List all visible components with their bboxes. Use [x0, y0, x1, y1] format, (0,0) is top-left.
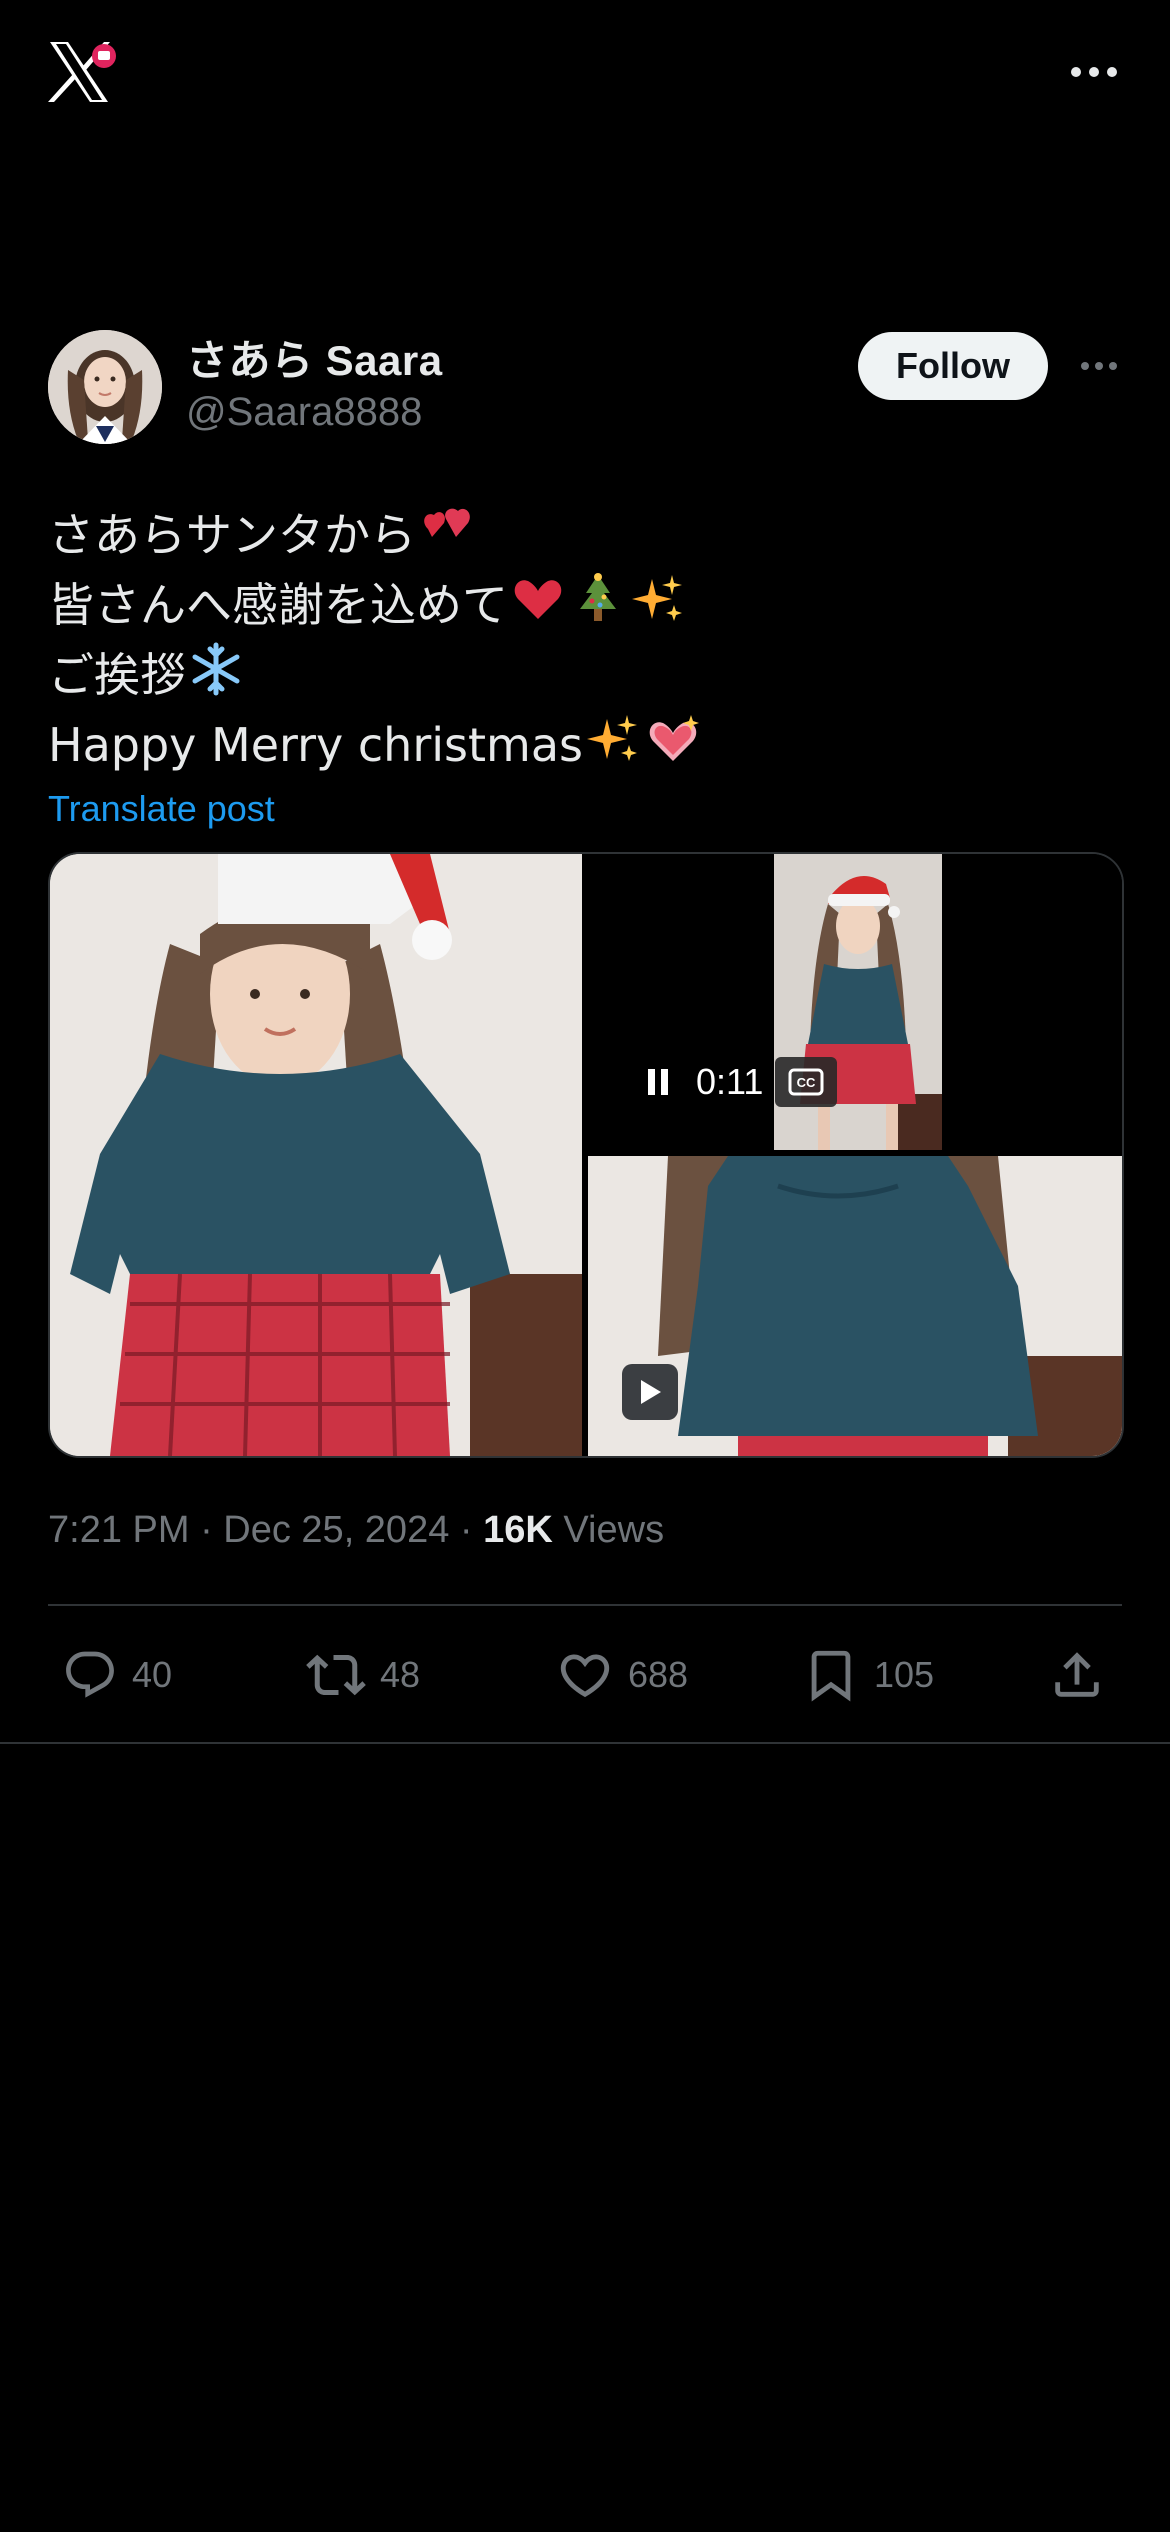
author-handle[interactable]: @Saara8888: [186, 386, 443, 438]
reply-button[interactable]: 40: [62, 1638, 172, 1712]
media-photo-1[interactable]: [50, 854, 582, 1456]
author-display-name[interactable]: さあら Saara: [186, 336, 443, 386]
sparkles-icon: [632, 575, 682, 621]
post-meta: 7:21 PM · Dec 25, 2024 · 16K Views: [48, 1502, 664, 1558]
sparkling-heart-icon: [649, 715, 699, 761]
post-text-segment: ご挨拶: [48, 648, 186, 702]
media-grid: 0:11 CC: [48, 852, 1124, 1458]
avatar[interactable]: [48, 330, 162, 444]
post-text-line: ご挨拶: [48, 640, 1122, 710]
post-more-icon[interactable]: [1076, 352, 1122, 380]
divider: [48, 1604, 1122, 1606]
x-logo-icon[interactable]: [46, 40, 118, 104]
snowflake-icon: [192, 642, 240, 696]
media-video[interactable]: 0:11 CC: [588, 854, 1122, 1150]
heart-icon: [560, 1654, 610, 1698]
repost-button[interactable]: 48: [306, 1638, 420, 1712]
post-text-segment: Happy Merry christmas: [48, 718, 583, 772]
play-icon[interactable]: [622, 1364, 678, 1420]
follow-button[interactable]: Follow: [858, 332, 1048, 400]
bookmark-count: 105: [874, 1654, 935, 1695]
repost-icon: [306, 1654, 366, 1696]
video-time: 0:11: [696, 1061, 764, 1102]
red-heart-icon: [514, 580, 562, 619]
like-count: 688: [628, 1654, 689, 1695]
share-button[interactable]: [1048, 1638, 1106, 1712]
author-info[interactable]: さあら Saara @Saara8888: [186, 336, 443, 438]
like-button[interactable]: 688: [556, 1638, 688, 1712]
divider: [0, 1742, 1170, 1744]
post-text-line: さあらサンタから: [48, 500, 1122, 570]
views-count[interactable]: 16K: [483, 1509, 553, 1551]
two-hearts-icon: [424, 508, 470, 537]
post-text: さあらサンタから 皆さんへ感謝を込めて ご挨拶 Happy Merry chri…: [48, 500, 1122, 780]
reply-count: 40: [132, 1654, 173, 1695]
more-options-icon[interactable]: [1064, 58, 1124, 86]
post-text-segment: 皆さんへ感謝を込めて: [48, 578, 508, 632]
views-label: Views: [552, 1509, 665, 1551]
captions-label: CC: [797, 1075, 816, 1090]
video-controls: 0:11 CC: [638, 1054, 838, 1110]
sparkles-icon: [586, 715, 637, 761]
post: さあら Saara @Saara8888 Follow さあらサンタから 皆さん…: [48, 330, 1122, 834]
share-icon: [1055, 1652, 1099, 1697]
translate-post-link[interactable]: Translate post: [48, 784, 1122, 834]
pause-icon[interactable]: [638, 1054, 678, 1110]
post-text-line: Happy Merry christmas: [48, 710, 1122, 780]
action-bar: 40 48 688 105: [48, 1638, 1122, 1712]
christmas-tree-icon: [580, 573, 616, 621]
post-header: さあら Saara @Saara8888 Follow: [48, 330, 1122, 450]
captions-icon[interactable]: CC: [775, 1057, 838, 1107]
reply-icon: [66, 1651, 114, 1698]
post-text-line: 皆さんへ感謝を込めて: [48, 570, 1122, 640]
media-photo-2[interactable]: [588, 1156, 1122, 1456]
top-bar: [0, 0, 1170, 150]
repost-count: 48: [380, 1654, 421, 1695]
post-timestamp[interactable]: 7:21 PM · Dec 25, 2024 ·: [48, 1509, 483, 1551]
post-text-segment: さあらサンタから: [48, 508, 416, 562]
bookmark-button[interactable]: 105: [802, 1638, 934, 1712]
bookmark-icon: [811, 1650, 851, 1702]
